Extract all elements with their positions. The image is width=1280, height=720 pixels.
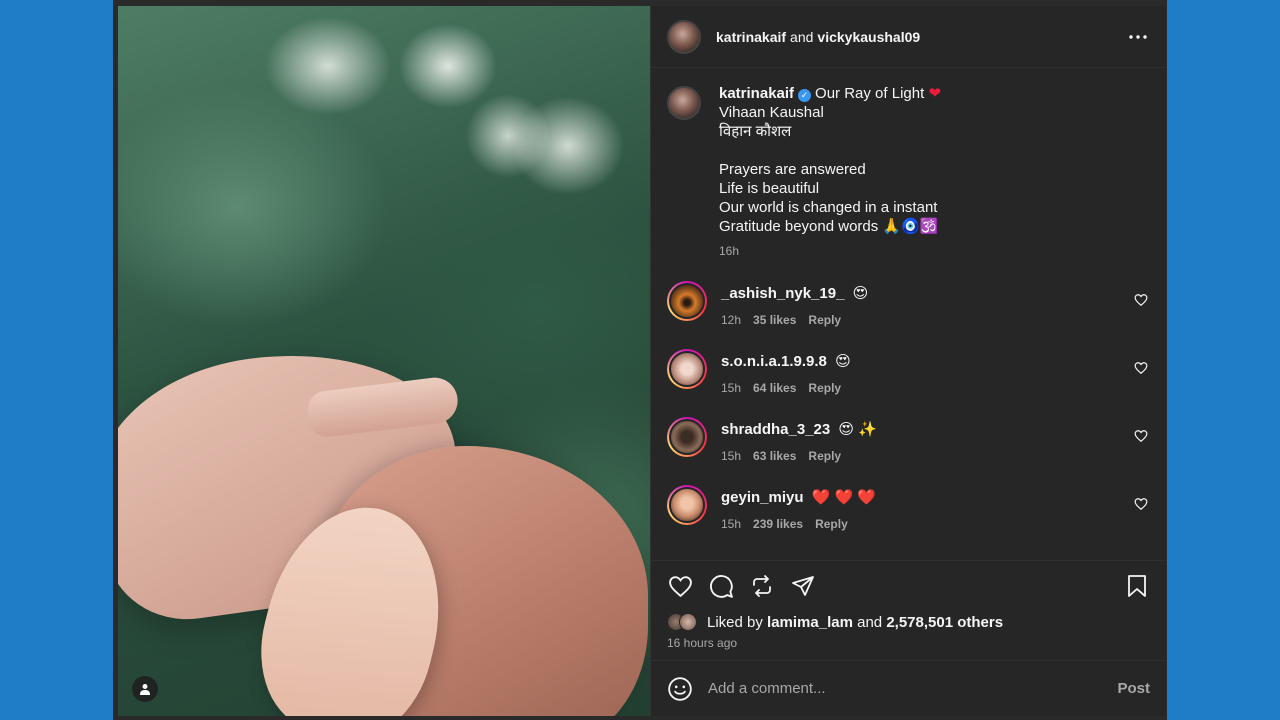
comment-heart-icon[interactable]	[1134, 361, 1148, 375]
comment-time: 12h	[721, 313, 742, 327]
header-and: and	[790, 28, 814, 45]
heart-emoji-icon: ❤	[928, 85, 942, 102]
emoji-icon[interactable]	[667, 676, 693, 702]
likes-prefix: Liked by	[707, 613, 763, 631]
comment-avatar[interactable]	[667, 485, 707, 525]
post-time[interactable]: 16 hours ago	[651, 636, 1166, 660]
comment-avatar[interactable]	[667, 417, 707, 457]
save-button[interactable]	[1124, 573, 1150, 599]
liker-avatars	[667, 612, 703, 632]
bookmark-icon	[1128, 575, 1146, 597]
comment-time: 15h	[721, 449, 742, 463]
comment-likes[interactable]: 64 likes	[753, 381, 796, 395]
comment-likes[interactable]: 35 likes	[753, 313, 796, 327]
caption-line: Our world is changed in a instant	[719, 199, 938, 216]
comment-item: s.o.n.i.a.1.9.9.8 😍 15h 64 likes Reply	[667, 349, 1150, 417]
likes-summary: Liked by lamima_lam and 2,578,501 others	[651, 611, 1166, 633]
header-names: katrinakaif and vickykaushal09	[716, 29, 920, 45]
header-avatar[interactable]	[667, 19, 701, 54]
caption-body: katrinakaif ✓ Our Ray of Light ❤ Vihaan Ka…	[719, 84, 941, 261]
add-comment-bar: Post	[651, 660, 1166, 716]
comment-username[interactable]: _ashish_nyk_19_	[721, 285, 844, 302]
comment-heart-icon[interactable]	[1134, 429, 1148, 443]
comment-avatar[interactable]	[667, 281, 707, 321]
comment-username[interactable]: s.o.n.i.a.1.9.9.8	[721, 353, 827, 370]
comment-username[interactable]: geyin_miyu	[721, 489, 804, 506]
caption-line: Prayers are answered	[719, 161, 866, 178]
post-button[interactable]: Post	[1117, 680, 1150, 697]
header-user1[interactable]: katrinakaif	[716, 29, 786, 45]
comment-text: ❤️ ❤️ ❤️	[811, 489, 877, 506]
caption-line: Our Ray of Light	[815, 85, 925, 102]
comment-item: geyin_miyu ❤️ ❤️ ❤️ 15h 239 likes Reply	[667, 485, 1150, 553]
header-user2[interactable]: vickykaushal09	[817, 29, 920, 45]
caption-line: विहान कौशल	[719, 123, 792, 140]
heart-icon	[668, 575, 692, 597]
user-tag-button[interactable]	[132, 676, 158, 702]
like-button[interactable]	[667, 573, 693, 599]
post-side-panel: katrinakaif and vickykaushal09 katrinaka…	[650, 6, 1166, 716]
repost-icon	[753, 575, 771, 597]
post-header: katrinakaif and vickykaushal09	[651, 6, 1166, 68]
caption-line: Vihaan Kaushal	[719, 104, 824, 121]
comment-text: 😍	[852, 285, 869, 302]
comments-list[interactable]: katrinakaif ✓ Our Ray of Light ❤ Vihaan Ka…	[651, 68, 1166, 560]
more-icon	[1129, 34, 1147, 39]
likes-others[interactable]: 2,578,501 others	[886, 614, 1003, 631]
comment-button[interactable]	[708, 573, 734, 599]
user-tag-icon	[140, 684, 150, 695]
comment-text: 😍	[835, 353, 851, 370]
caption-blank	[719, 141, 941, 160]
comment-text: 😍 ✨	[838, 421, 877, 438]
comment-icon	[709, 574, 733, 598]
comment-heart-icon[interactable]	[1134, 293, 1148, 307]
reply-button[interactable]: Reply	[815, 517, 848, 531]
caption-line: Gratitude beyond words 🙏🧿🕉️	[719, 218, 939, 235]
caption-time: 16h	[719, 244, 740, 258]
comment-time: 15h	[721, 381, 742, 395]
repost-button[interactable]	[749, 573, 775, 599]
share-button[interactable]	[790, 573, 816, 599]
caption: katrinakaif ✓ Our Ray of Light ❤ Vihaan Ka…	[667, 84, 1150, 261]
comment-avatar[interactable]	[667, 349, 707, 389]
more-options-button[interactable]	[1126, 25, 1150, 49]
action-bar	[651, 561, 1166, 611]
caption-username[interactable]: katrinakaif	[719, 85, 794, 102]
caption-avatar[interactable]	[667, 86, 701, 120]
post-photo[interactable]	[118, 6, 650, 716]
comment-likes[interactable]: 63 likes	[753, 449, 796, 463]
comment-input[interactable]	[708, 680, 1118, 697]
comment-time: 15h	[721, 517, 742, 531]
comment-item: _ashish_nyk_19_ 😍 12h 35 likes Reply	[667, 281, 1150, 349]
comment-heart-icon[interactable]	[1134, 497, 1148, 511]
verified-icon: ✓	[798, 89, 812, 102]
reply-button[interactable]: Reply	[808, 313, 841, 327]
share-icon	[792, 576, 814, 596]
likes-user[interactable]: lamima_lam	[767, 614, 853, 631]
comment-likes[interactable]: 239 likes	[753, 517, 803, 531]
likes-and: and	[857, 613, 883, 631]
caption-line: Life is beautiful	[719, 180, 820, 197]
reply-button[interactable]: Reply	[808, 449, 841, 463]
comment-item: shraddha_3_23 😍 ✨ 15h 63 likes Reply	[667, 417, 1150, 485]
comment-username[interactable]: shraddha_3_23	[721, 421, 830, 438]
reply-button[interactable]: Reply	[808, 381, 841, 395]
post-modal: katrinakaif and vickykaushal09 katrinaka…	[118, 6, 1166, 716]
